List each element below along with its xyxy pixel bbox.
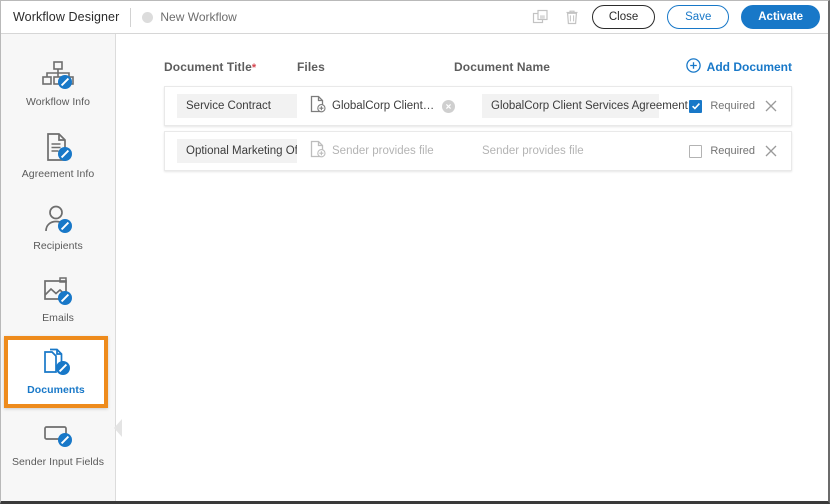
- column-header-document-title-text: Document Title: [164, 60, 252, 74]
- document-name-cell: GlobalCorp Client Services Agreement: [482, 94, 688, 118]
- close-button[interactable]: Close: [591, 5, 656, 29]
- required-label: Required: [710, 145, 755, 157]
- plus-circle-icon: [685, 58, 701, 76]
- field-edit-icon: [39, 419, 77, 453]
- files-cell: GlobalCorp Client Servic...: [309, 95, 466, 118]
- sidebar-item-label: Sender Input Fields: [11, 456, 104, 469]
- file-add-icon[interactable]: [309, 95, 326, 118]
- required-label: Required: [710, 100, 755, 112]
- document-title-input[interactable]: Optional Marketing Offer: [177, 139, 297, 163]
- document-name-input[interactable]: GlobalCorp Client Services Agreement: [482, 94, 688, 118]
- activate-button[interactable]: Activate: [741, 5, 820, 29]
- toolbar-divider: [130, 7, 132, 27]
- sidebar-item-label: Agreement Info: [21, 168, 95, 181]
- sidebar-item-workflow-info[interactable]: Workflow Info: [1, 48, 115, 120]
- status-dot: [142, 11, 154, 23]
- trash-icon[interactable]: [561, 6, 583, 28]
- duplicate-icon[interactable]: [530, 6, 552, 28]
- required-checkbox[interactable]: [689, 144, 703, 158]
- row-actions: Required: [659, 143, 779, 159]
- file-name: Sender provides file: [332, 145, 434, 157]
- column-header-document-title: Document Title*: [164, 60, 297, 74]
- add-document-label: Add Document: [706, 60, 792, 74]
- sitemap-edit-icon: [39, 59, 77, 93]
- file-name: GlobalCorp Client Servic...: [332, 100, 436, 112]
- remove-row-icon[interactable]: [763, 98, 779, 114]
- sidebar-item-label: Emails: [42, 312, 74, 325]
- column-header-document-name: Document Name: [454, 60, 550, 74]
- image-edit-icon: [39, 275, 77, 309]
- body: Workflow Info Agreement Info Recipients …: [1, 34, 828, 501]
- documents-rows: Service Contract GlobalCorp Client Servi…: [116, 86, 828, 171]
- row-actions: Required: [659, 98, 779, 114]
- required-checkbox[interactable]: [689, 99, 703, 113]
- clear-file-icon[interactable]: [442, 99, 455, 113]
- sidebar: Workflow Info Agreement Info Recipients …: [1, 34, 122, 501]
- documents-edit-icon: [37, 347, 75, 381]
- documents-table-header: Document Title* Files Document Name Add …: [116, 48, 828, 86]
- sidebar-collapse-chevron-icon[interactable]: [114, 419, 122, 437]
- add-document-container: Add Document: [672, 58, 792, 76]
- files-cell: Sender provides file: [309, 140, 466, 163]
- file-add-icon[interactable]: [309, 140, 326, 163]
- sidebar-item-label: Documents: [27, 384, 85, 397]
- workflow-status: New Workflow: [142, 10, 237, 24]
- sidebar-item-label: Recipients: [33, 240, 83, 253]
- workflow-name: New Workflow: [160, 10, 237, 24]
- document-edit-icon: [39, 131, 77, 165]
- sidebar-item-recipients[interactable]: Recipients: [1, 192, 115, 264]
- documents-panel: Document Title* Files Document Name Add …: [116, 34, 828, 501]
- save-button[interactable]: Save: [667, 5, 730, 29]
- document-name-input[interactable]: Sender provides file: [482, 139, 593, 163]
- document-title-input[interactable]: Service Contract: [177, 94, 297, 118]
- remove-row-icon[interactable]: [763, 143, 779, 159]
- toolbar-actions: Close Save Activate: [530, 5, 820, 29]
- column-header-files: Files: [297, 60, 325, 74]
- sidebar-item-sender-input-fields[interactable]: Sender Input Fields: [1, 408, 115, 480]
- page-title: Workflow Designer: [13, 10, 120, 24]
- sidebar-item-emails[interactable]: Emails: [1, 264, 115, 336]
- sidebar-item-label: Workflow Info: [25, 96, 91, 109]
- workflow-designer-window: Workflow Designer New Workflow Close Sav…: [0, 0, 830, 504]
- sidebar-item-agreement-info[interactable]: Agreement Info: [1, 120, 115, 192]
- table-row[interactable]: Optional Marketing Offer Sender provides…: [164, 131, 792, 171]
- table-row[interactable]: Service Contract GlobalCorp Client Servi…: [164, 86, 792, 126]
- sidebar-item-documents[interactable]: Documents: [4, 336, 108, 408]
- document-name-cell: Sender provides file: [482, 139, 659, 163]
- top-toolbar: Workflow Designer New Workflow Close Sav…: [1, 1, 828, 34]
- add-document-button[interactable]: Add Document: [685, 58, 792, 76]
- person-edit-icon: [39, 203, 77, 237]
- required-asterisk: *: [251, 62, 257, 74]
